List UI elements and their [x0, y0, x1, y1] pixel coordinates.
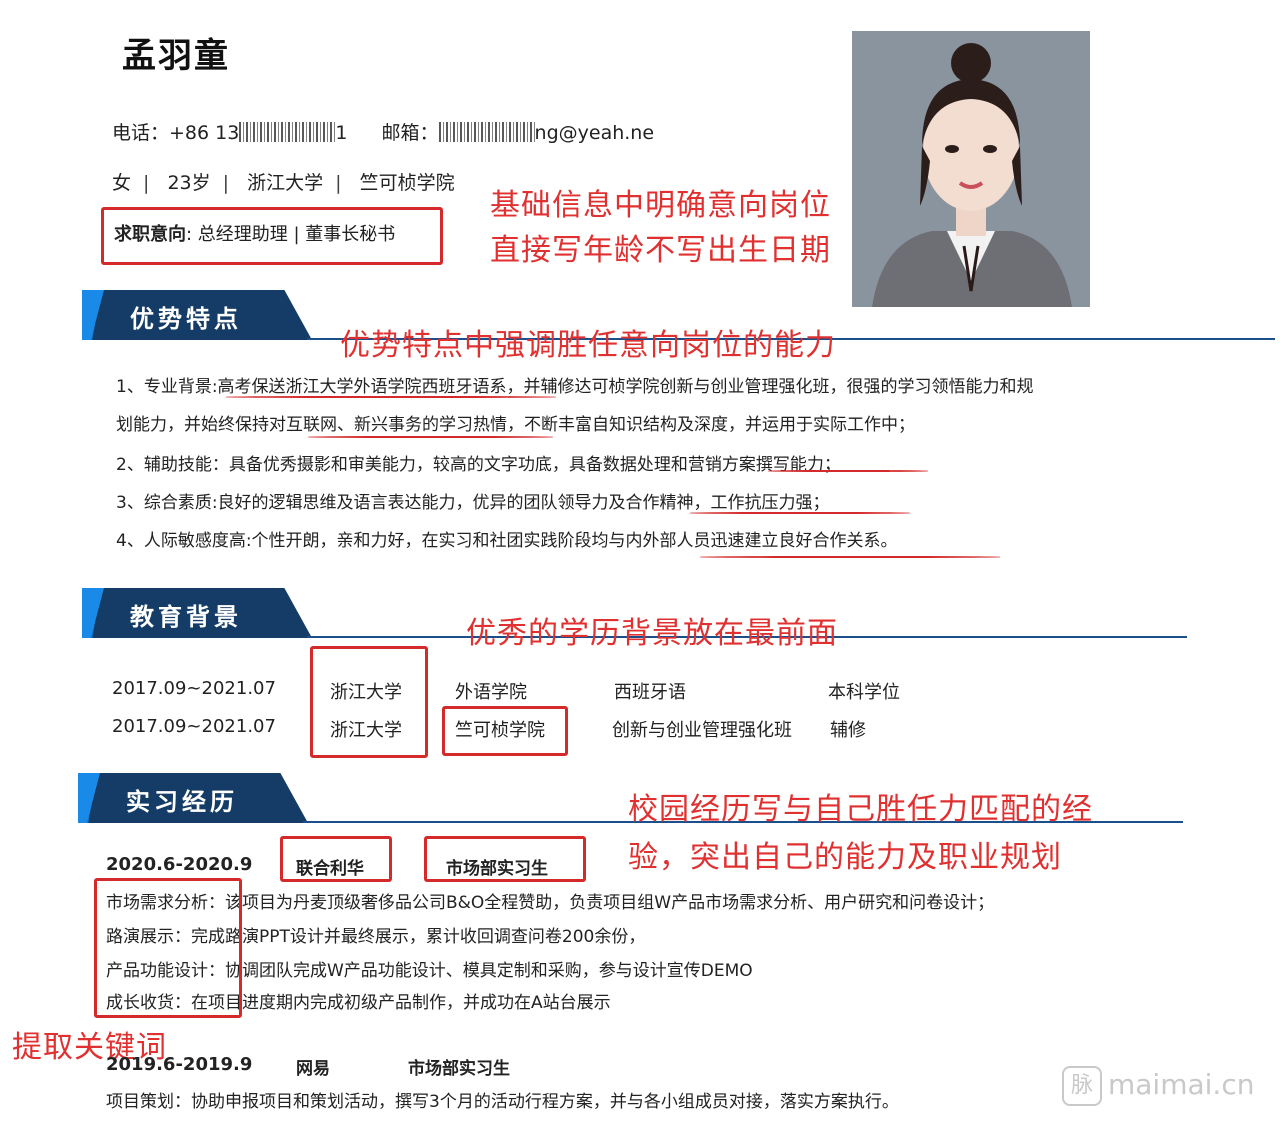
- resume-name: 孟羽童: [122, 36, 230, 76]
- edu-major: 西班牙语: [614, 682, 686, 703]
- edu-period: 2017.09~2021.07: [112, 678, 276, 699]
- intern-item-text: 在项目进度期内完成初级产品制作，并成功在A站台展示: [191, 993, 611, 1013]
- intern-period: 2019.6-2019.9: [106, 1054, 253, 1075]
- section-title: 实习经历: [126, 788, 238, 816]
- highlight-underline: [768, 470, 928, 472]
- edu-period: 2017.09~2021.07: [112, 716, 276, 737]
- redacted-email: [438, 122, 535, 142]
- note-basic-info-1: 基础信息中明确意向岗位: [490, 188, 831, 223]
- email-label: 邮箱：: [381, 122, 439, 144]
- age: 23岁: [167, 172, 211, 194]
- school-highlight-box: [310, 646, 428, 758]
- intern-company: 网易: [296, 1059, 330, 1079]
- intern-item-text: 协调团队完成W产品功能设计、模具定制和采购，参与设计宣传DEMO: [225, 961, 753, 981]
- highlight-underline: [690, 512, 910, 514]
- phone-suffix: 1: [335, 122, 348, 144]
- intent-highlight-box: [101, 207, 443, 265]
- college: 竺可桢学院: [359, 172, 455, 194]
- strength-line-2: 划能力，并始终保持对互联网、新兴事务的学习热情，不断丰富自知识结构及深度，并运用…: [116, 415, 915, 435]
- university: 浙江大学: [247, 172, 324, 194]
- gender: 女: [112, 172, 132, 194]
- intern-period: 2020.6-2020.9: [106, 854, 253, 875]
- portrait-image: [852, 31, 1090, 307]
- highlight-underline: [308, 436, 553, 438]
- company-highlight-box: [280, 836, 392, 882]
- intern-item-text: 协助申报项目和策划活动，撰写3个月的活动行程方案，并与各小组成员对接，落实方案执…: [191, 1092, 899, 1112]
- edu-row-1: 2017.09~2021.07: [112, 678, 276, 699]
- intern-role: 市场部实习生: [408, 1059, 510, 1079]
- intern-item-text: 该项目为丹麦顶级奢侈品公司B&O全程赞助，负责项目组W产品市场需求分析、用户研究…: [225, 893, 995, 913]
- college-highlight-box: [442, 706, 568, 756]
- profile-photo: [852, 31, 1090, 307]
- highlight-underline: [226, 396, 556, 398]
- note-internship-1: 校园经历写与自己胜任力匹配的经: [628, 792, 1093, 827]
- redacted-phone: [239, 122, 336, 142]
- basic-info: 女 | 23岁 | 浙江大学 | 竺可桢学院: [112, 172, 455, 194]
- watermark: 脉 maimai.cn: [1062, 1066, 1254, 1106]
- email-suffix: ng@yeah.ne: [534, 122, 655, 144]
- note-education: 优秀的学历背景放在最前面: [466, 616, 838, 651]
- edu-degree: 本科学位: [828, 682, 900, 703]
- section-title: 优势特点: [130, 305, 242, 333]
- intern-item-text: 完成路演PPT设计并最终展示，累计收回调查问卷200余份，: [191, 927, 646, 947]
- note-basic-info-2: 直接写年龄不写出生日期: [490, 233, 831, 268]
- keywords-highlight-box: [94, 878, 242, 1018]
- highlight-underline: [700, 556, 1000, 558]
- maimai-logo-icon: 脉: [1062, 1066, 1102, 1106]
- role-highlight-box: [424, 836, 586, 882]
- phone-prefix: +86 13: [169, 122, 240, 144]
- note-internship-2: 验，突出自己的能力及职业规划: [628, 840, 1062, 875]
- strength-line-3: 2、辅助技能：具备优秀摄影和审美能力，较高的文字功底，具备数据处理和营销方案撰写…: [116, 455, 841, 475]
- edu-major: 创新与创业管理强化班: [612, 720, 792, 741]
- edu-college: 外语学院: [455, 682, 527, 703]
- note-strengths: 优势特点中强调胜任意向岗位的能力: [340, 328, 836, 363]
- section-title: 教育背景: [130, 603, 242, 631]
- strength-line-1: 1、专业背景:高考保送浙江大学外语学院西班牙语系，并辅修达可桢学院创新与创业管理…: [116, 377, 1034, 397]
- watermark-text: maimai.cn: [1108, 1068, 1255, 1101]
- edu-degree: 辅修: [830, 720, 866, 741]
- phone-label: 电话：: [112, 122, 170, 144]
- intern-item: 项目策划：协助申报项目和策划活动，撰写3个月的活动行程方案，并与各小组成员对接，…: [106, 1087, 899, 1112]
- intern-item-key: 项目策划：: [106, 1092, 191, 1112]
- contact-line: 电话：+86 13 1 邮箱： ng@yeah.ne: [112, 118, 654, 145]
- strength-line-5: 4、人际敏感度高:个性开朗，亲和力好，在实习和社团实践阶段均与内外部人员迅速建立…: [116, 531, 898, 551]
- strength-line-4: 3、综合素质:良好的逻辑思维及语言表达能力，优异的团队领导力及合作精神，工作抗压…: [116, 493, 830, 513]
